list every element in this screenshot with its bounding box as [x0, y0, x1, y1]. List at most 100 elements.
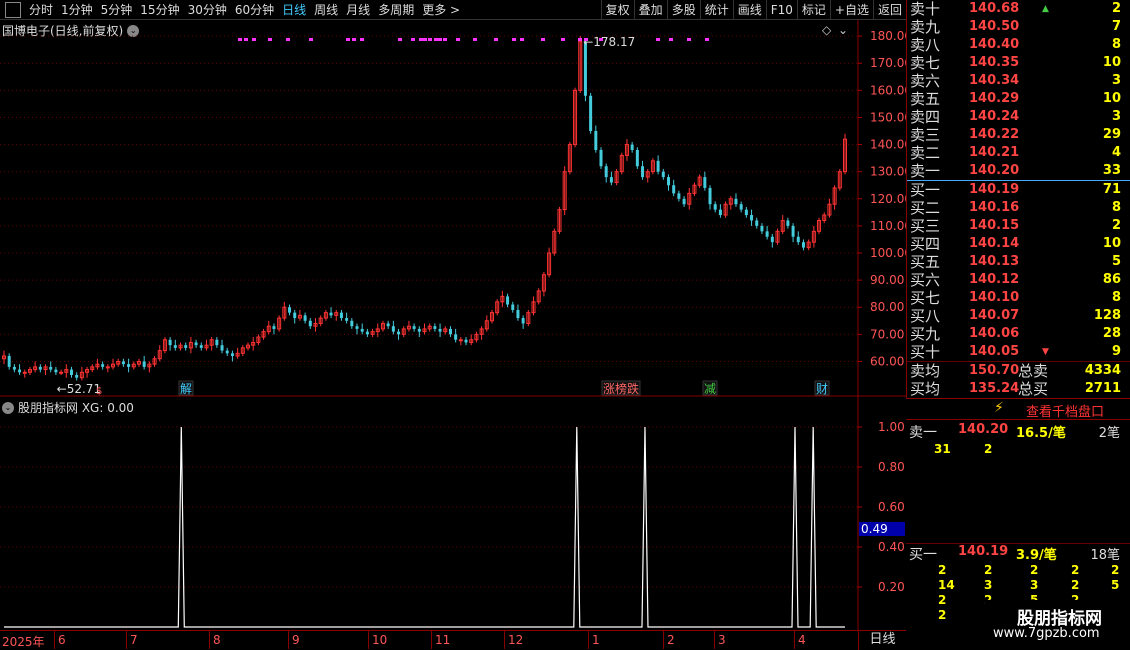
indicator-tick-label: 0.60 — [878, 500, 905, 514]
queue-num: 2 — [1030, 563, 1039, 577]
signal-dot — [428, 38, 432, 41]
ask-row[interactable]: 卖三 140.22 29 — [907, 126, 1130, 144]
chevron-down-icon[interactable]: ⌄ — [838, 23, 848, 37]
candle — [427, 323, 432, 332]
candle — [412, 323, 416, 332]
candle — [506, 293, 510, 308]
candle — [225, 347, 229, 357]
period-label[interactable]: 日线 — [858, 630, 906, 650]
tab-period-5[interactable]: 60分钟 — [231, 0, 278, 20]
bid-row[interactable]: 买六 140.12 86 — [907, 271, 1130, 289]
month-label: 6 — [58, 633, 66, 647]
ask-price: 140.29 — [969, 91, 1020, 106]
ask-row[interactable]: 卖一 140.20 33 — [907, 162, 1130, 180]
candle — [266, 320, 271, 335]
bid-price: 140.14 — [969, 236, 1020, 251]
chevron-down-icon[interactable]: ⌄ — [2, 401, 14, 414]
tab-period-1[interactable]: 1分钟 — [57, 0, 97, 20]
avg-buy-row: 买均 135.24 总买 2711 — [907, 380, 1130, 398]
ask-row[interactable]: 卖九 140.50 7 — [907, 18, 1130, 36]
ask-row[interactable]: 卖七 140.35 10 — [907, 54, 1130, 72]
watermark-url: www.7gpzb.com — [993, 626, 1100, 641]
bid-price: 140.16 — [969, 200, 1020, 215]
tab-period-9[interactable]: 多周期 — [374, 0, 418, 20]
signal-dot — [309, 38, 313, 41]
tool-button-2[interactable]: 多股 — [666, 0, 700, 20]
bid-row[interactable]: 买七 140.10 8 — [907, 289, 1130, 307]
tab-period-4[interactable]: 30分钟 — [184, 0, 231, 20]
candle — [604, 163, 608, 183]
candle — [780, 215, 785, 235]
bid-row[interactable]: 买三 140.15 2 — [907, 217, 1130, 235]
ask-row[interactable]: 卖二 140.21 4 — [907, 144, 1130, 162]
candle — [692, 182, 697, 197]
candle — [578, 36, 583, 94]
tool-button-3[interactable]: 统计 — [699, 0, 733, 20]
tab-period-2[interactable]: 5分钟 — [97, 0, 137, 20]
candle — [27, 366, 32, 375]
queue-sell-per: 16.5/笔 — [1016, 426, 1066, 441]
thousand-level-button[interactable]: ⚡ 查看千档盘口 — [906, 398, 1130, 420]
ask-row[interactable]: 卖十 140.68 ▲ 2 — [907, 0, 1130, 18]
tab-period-3[interactable]: 15分钟 — [136, 0, 183, 20]
ask-row[interactable]: 卖五 140.29 10 — [907, 90, 1130, 108]
candle — [557, 206, 562, 235]
tab-period-0[interactable]: 分时 — [25, 0, 57, 20]
ask-label: 卖十 — [910, 0, 941, 18]
candle — [589, 93, 593, 134]
bid-row[interactable]: 买九 140.06 28 — [907, 325, 1130, 343]
candle — [573, 87, 578, 148]
candle — [454, 328, 458, 343]
tool-button-0[interactable]: 复权 — [600, 0, 634, 20]
ask-row[interactable]: 卖四 140.24 3 — [907, 108, 1130, 126]
tool-button-7[interactable]: +自选 — [829, 0, 873, 20]
ask-row[interactable]: 卖六 140.34 3 — [907, 72, 1130, 90]
indicator-title: ⌄ 股朋指标网 XG: 0.00 — [2, 399, 134, 416]
bid-row[interactable]: 买八 140.07 128 — [907, 307, 1130, 325]
bid-row[interactable]: 买十 140.05 ▼ 9 — [907, 343, 1130, 361]
tool-button-4[interactable]: 画线 — [732, 0, 766, 20]
tool-button-1[interactable]: 叠加 — [633, 0, 667, 20]
diamond-icon[interactable]: ◇ — [822, 23, 832, 37]
candle — [791, 223, 795, 243]
bid-volume: 8 — [1111, 200, 1121, 215]
tab-period-7[interactable]: 周线 — [310, 0, 342, 20]
month-tick — [209, 631, 210, 649]
bid-price: 140.19 — [969, 182, 1020, 197]
tab-period-8[interactable]: 月线 — [342, 0, 374, 20]
menu-square-icon[interactable] — [5, 1, 21, 18]
candle — [832, 185, 837, 210]
tool-button-5[interactable]: F10 — [765, 0, 797, 20]
candle — [661, 168, 665, 180]
candle — [101, 361, 105, 370]
indicator-tick-label: 1.00 — [878, 420, 905, 434]
low-price-label: ←52.71 — [57, 382, 101, 396]
event-marker-label: 财 — [816, 382, 828, 396]
signal-dot — [561, 38, 565, 41]
candle — [375, 323, 380, 338]
bid-row[interactable]: 买五 140.13 5 — [907, 253, 1130, 271]
bid-row[interactable]: 买二 140.16 8 — [907, 199, 1130, 217]
bid-row[interactable]: 买一 140.19 71 — [907, 181, 1130, 199]
candle — [811, 225, 816, 248]
queue-num: 5 — [1111, 578, 1120, 592]
ask-volume: 2 — [1111, 1, 1121, 16]
event-marker-label: 解 — [180, 382, 192, 396]
candle — [796, 231, 800, 245]
tab-period-10[interactable]: 更多 > — [418, 0, 464, 20]
candle — [801, 239, 805, 251]
bid-row[interactable]: 买四 140.14 10 — [907, 235, 1130, 253]
candle — [817, 217, 822, 235]
queue-sell-count: 2笔 — [1098, 426, 1120, 441]
tool-button-6[interactable]: 标记 — [796, 0, 830, 20]
tool-buttons: 复权 叠加 多股 统计 画线 F10 标记 +自选 返回 — [600, 0, 906, 20]
signal-dot — [473, 38, 477, 41]
price-tick-label: 160.00 — [870, 83, 906, 97]
tool-button-8[interactable]: 返回 — [872, 0, 906, 20]
ask-row[interactable]: 卖八 140.40 8 — [907, 36, 1130, 54]
candle — [406, 320, 411, 332]
candle — [438, 323, 442, 338]
tab-period-6[interactable]: 日线 — [278, 0, 310, 20]
candle — [677, 190, 681, 202]
buy-queue-row: 2 2 2 2 2 — [906, 563, 1130, 578]
